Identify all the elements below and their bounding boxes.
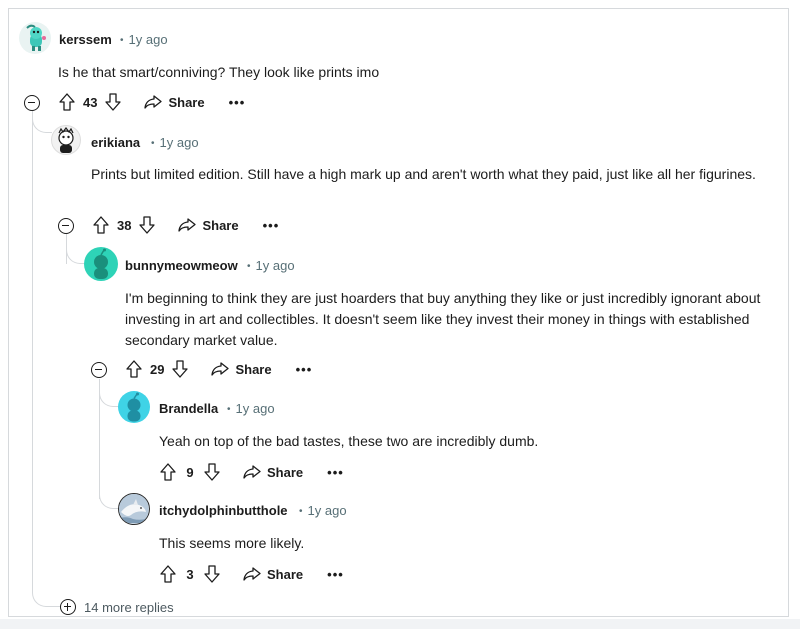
- comment-body: Is he that smart/conniving? They look li…: [58, 64, 380, 80]
- comment-timestamp: • 1y ago: [227, 401, 275, 416]
- thread-elbow-level-1: [66, 234, 84, 264]
- dolphin-photo-icon: [119, 494, 148, 523]
- comment-timestamp: • 1y ago: [151, 135, 199, 150]
- comment-actions: 38 Share •••: [90, 212, 279, 238]
- thread-line-level-0: [32, 111, 33, 593]
- comment-author[interactable]: itchydolphinbutthole: [159, 503, 288, 518]
- upvote-icon[interactable]: [157, 461, 179, 483]
- comment-author[interactable]: Brandella: [159, 401, 218, 416]
- collapse-icon[interactable]: [24, 95, 40, 111]
- share-button[interactable]: Share: [211, 362, 272, 377]
- more-options-button[interactable]: •••: [296, 362, 313, 377]
- comment-actions: 43 Share •••: [56, 89, 245, 115]
- avatar[interactable]: [118, 493, 150, 525]
- share-icon: [211, 362, 230, 376]
- comment-author[interactable]: erikiana: [91, 135, 140, 150]
- share-button[interactable]: Share: [144, 95, 205, 110]
- comment-timestamp: • 1y ago: [120, 32, 168, 47]
- avatar[interactable]: [51, 125, 81, 155]
- share-icon: [178, 218, 197, 232]
- comment-timestamp: • 1y ago: [299, 503, 347, 518]
- vote-count: 29: [150, 361, 165, 377]
- more-options-button[interactable]: •••: [263, 218, 280, 233]
- thread-elbow-level-0: [32, 111, 52, 133]
- more-options-button[interactable]: •••: [229, 95, 246, 110]
- vote-count: 38: [117, 217, 132, 233]
- vote-count: 3: [186, 566, 194, 582]
- comment-body: Prints but limited edition. Still have a…: [91, 166, 756, 182]
- vote-count: 43: [83, 94, 98, 110]
- collapse-icon[interactable]: [91, 362, 107, 378]
- upvote-icon[interactable]: [90, 214, 112, 236]
- thread-elbow-more-replies: [32, 589, 60, 607]
- more-replies-link[interactable]: 14 more replies: [84, 600, 174, 615]
- comment-author[interactable]: bunnymeowmeow: [125, 258, 238, 273]
- thread-elbow-level-2b: [99, 479, 119, 509]
- snoo-avatar-icon: [94, 248, 108, 279]
- share-button[interactable]: Share: [178, 218, 239, 233]
- comment-author[interactable]: kerssem: [59, 32, 112, 47]
- collapse-icon[interactable]: [58, 218, 74, 234]
- comment-body: Yeah on top of the bad tastes, these two…: [159, 433, 539, 449]
- comment-timestamp: • 1y ago: [247, 258, 295, 273]
- downvote-icon[interactable]: [201, 461, 223, 483]
- avatar[interactable]: [19, 22, 51, 54]
- downvote-icon[interactable]: [136, 214, 158, 236]
- comment-actions: 9 Share •••: [157, 459, 344, 485]
- comment-actions: 29 Share •••: [123, 356, 312, 382]
- comment-body: I'm beginning to think they are just hoa…: [125, 290, 761, 348]
- share-icon: [243, 567, 261, 581]
- upvote-icon[interactable]: [56, 91, 78, 113]
- share-icon: [243, 465, 261, 479]
- upvote-icon[interactable]: [157, 563, 179, 585]
- more-options-button[interactable]: •••: [327, 465, 344, 480]
- snoo-avatar-icon: [58, 127, 74, 153]
- comment-body: This seems more likely.: [159, 535, 305, 551]
- downvote-icon[interactable]: [201, 563, 223, 585]
- more-options-button[interactable]: •••: [327, 567, 344, 582]
- share-icon: [144, 95, 163, 109]
- avatar[interactable]: [84, 247, 118, 281]
- expand-icon[interactable]: [60, 599, 76, 615]
- snoo-avatar-icon: [26, 24, 46, 51]
- share-button[interactable]: Share: [243, 567, 303, 582]
- page-bottom-strip: [0, 619, 800, 629]
- share-button[interactable]: Share: [243, 465, 303, 480]
- snoo-avatar-icon: [127, 392, 141, 422]
- avatar[interactable]: [118, 391, 150, 423]
- downvote-icon[interactable]: [102, 91, 124, 113]
- comment-thread: kerssem • 1y ago Is he that smart/connivi…: [8, 8, 789, 617]
- comment-actions: 3 Share •••: [157, 561, 344, 587]
- downvote-icon[interactable]: [169, 358, 191, 380]
- vote-count: 9: [186, 464, 194, 480]
- thread-elbow-level-2a: [99, 379, 119, 407]
- upvote-icon[interactable]: [123, 358, 145, 380]
